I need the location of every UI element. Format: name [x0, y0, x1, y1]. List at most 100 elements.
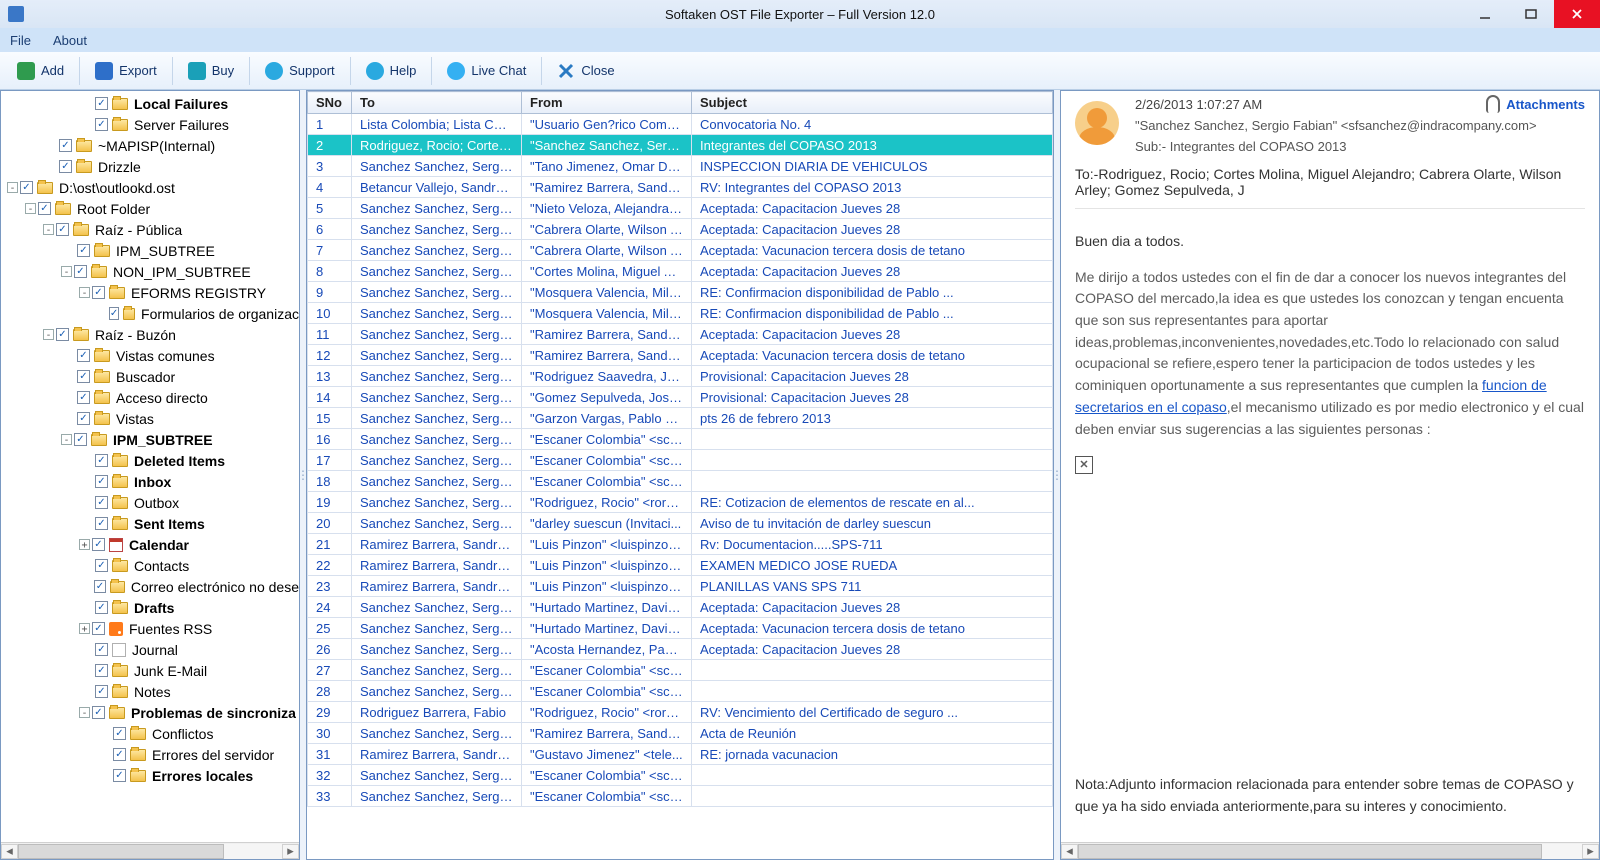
table-row[interactable]: 3Sanchez Sanchez, Sergio F..."Tano Jimen…	[308, 156, 1053, 177]
table-row[interactable]: 19Sanchez Sanchez, Sergio F..."Rodriguez…	[308, 492, 1053, 513]
table-row[interactable]: 28Sanchez Sanchez, Sergio F..."Escaner C…	[308, 681, 1053, 702]
table-row[interactable]: 30Sanchez Sanchez, Sergio F..."Ramirez B…	[308, 723, 1053, 744]
table-row[interactable]: 5Sanchez Sanchez, Sergio F..."Nieto Velo…	[308, 198, 1053, 219]
table-row[interactable]: 17Sanchez Sanchez, Sergio F..."Escaner C…	[308, 450, 1053, 471]
tree-item[interactable]: Formularios de organizac	[3, 303, 299, 324]
checkbox[interactable]	[95, 664, 108, 677]
collapse-icon[interactable]: -	[25, 203, 36, 214]
table-row[interactable]: 10Sanchez Sanchez, Sergio F..."Mosquera …	[308, 303, 1053, 324]
tree-item[interactable]: Buscador	[3, 366, 299, 387]
checkbox[interactable]	[95, 601, 108, 614]
menu-file[interactable]: File	[10, 33, 31, 48]
checkbox[interactable]	[59, 139, 72, 152]
table-row[interactable]: 2Rodriguez, Rocio; Cortes ..."Sanchez Sa…	[308, 135, 1053, 156]
tree-item[interactable]: Deleted Items	[3, 450, 299, 471]
checkbox[interactable]	[95, 685, 108, 698]
checkbox[interactable]	[74, 265, 87, 278]
table-row[interactable]: 27Sanchez Sanchez, Sergio F..."Escaner C…	[308, 660, 1053, 681]
table-row[interactable]: 25Sanchez Sanchez, Sergio F..."Hurtado M…	[308, 618, 1053, 639]
table-row[interactable]: 12Sanchez Sanchez, Sergio F..."Ramirez B…	[308, 345, 1053, 366]
attachments-link[interactable]: Attachments	[1486, 95, 1585, 113]
col-to[interactable]: To	[352, 92, 522, 114]
table-row[interactable]: 32Sanchez Sanchez, Sergio F..."Escaner C…	[308, 765, 1053, 786]
folder-tree[interactable]: Local FailuresServer Failures~MAPISP(Int…	[1, 91, 299, 842]
titlebar[interactable]: Softaken OST File Exporter – Full Versio…	[0, 0, 1600, 28]
collapse-icon[interactable]: -	[61, 266, 72, 277]
buy-button[interactable]: Buy	[177, 56, 245, 86]
tree-item[interactable]: Server Failures	[3, 114, 299, 135]
tree-item[interactable]: Local Failures	[3, 93, 299, 114]
tree-item[interactable]: ~MAPISP(Internal)	[3, 135, 299, 156]
tree-item[interactable]: +Fuentes RSS	[3, 618, 299, 639]
scroll-right-icon[interactable]: ▸	[282, 844, 299, 859]
checkbox[interactable]	[113, 769, 126, 782]
checkbox[interactable]	[95, 475, 108, 488]
checkbox[interactable]	[95, 643, 108, 656]
checkbox[interactable]	[74, 433, 87, 446]
tree-item[interactable]: Inbox	[3, 471, 299, 492]
preview-horizontal-scrollbar[interactable]: ◂ ▸	[1061, 842, 1599, 859]
tree-item[interactable]: IPM_SUBTREE	[3, 240, 299, 261]
tree-item[interactable]: Contacts	[3, 555, 299, 576]
col-subject[interactable]: Subject	[692, 92, 1053, 114]
table-row[interactable]: 14Sanchez Sanchez, Sergio F..."Gomez Sep…	[308, 387, 1053, 408]
menu-about[interactable]: About	[53, 33, 87, 48]
checkbox[interactable]	[95, 454, 108, 467]
checkbox[interactable]	[92, 706, 105, 719]
collapse-icon[interactable]: -	[79, 707, 90, 718]
checkbox[interactable]	[113, 748, 126, 761]
table-row[interactable]: 13Sanchez Sanchez, Sergio F..."Rodriguez…	[308, 366, 1053, 387]
checkbox[interactable]	[77, 370, 90, 383]
table-row[interactable]: 7Sanchez Sanchez, Sergio F..."Cabrera Ol…	[308, 240, 1053, 261]
tree-item[interactable]: Vistas	[3, 408, 299, 429]
checkbox[interactable]	[77, 391, 90, 404]
table-row[interactable]: 6Sanchez Sanchez, Sergio F..."Cabrera Ol…	[308, 219, 1053, 240]
table-row[interactable]: 16Sanchez Sanchez, Sergio F..."Escaner C…	[308, 429, 1053, 450]
collapse-icon[interactable]: -	[7, 182, 18, 193]
tree-item[interactable]: -EFORMS REGISTRY	[3, 282, 299, 303]
tree-item[interactable]: Errores locales	[3, 765, 299, 786]
tree-item[interactable]: Sent Items	[3, 513, 299, 534]
tree-item[interactable]: Drizzle	[3, 156, 299, 177]
table-row[interactable]: 23Ramirez Barrera, Sandra ..."Luis Pinzo…	[308, 576, 1053, 597]
support-button[interactable]: Support	[254, 56, 346, 86]
tree-item[interactable]: -D:\ost\outlookd.ost	[3, 177, 299, 198]
table-row[interactable]: 1Lista Colombia; Lista Colo..."Usuario G…	[308, 114, 1053, 135]
tree-item[interactable]: Vistas comunes	[3, 345, 299, 366]
tree-item[interactable]: Conflictos	[3, 723, 299, 744]
checkbox[interactable]	[77, 244, 90, 257]
checkbox[interactable]	[56, 328, 69, 341]
checkbox[interactable]	[92, 622, 105, 635]
checkbox[interactable]	[92, 286, 105, 299]
table-row[interactable]: 15Sanchez Sanchez, Sergio F..."Garzon Va…	[308, 408, 1053, 429]
scroll-left-icon[interactable]: ◂	[1, 844, 18, 859]
checkbox[interactable]	[113, 727, 126, 740]
checkbox[interactable]	[56, 223, 69, 236]
checkbox[interactable]	[95, 559, 108, 572]
message-table[interactable]: SNo To From Subject 1Lista Colombia; Lis…	[307, 91, 1053, 807]
live-chat-button[interactable]: Live Chat	[436, 56, 537, 86]
checkbox[interactable]	[77, 412, 90, 425]
table-row[interactable]: 4Betancur Vallejo, Sandra ..."Ramirez Ba…	[308, 177, 1053, 198]
checkbox[interactable]	[59, 160, 72, 173]
checkbox[interactable]	[94, 580, 106, 593]
table-row[interactable]: 29Rodriguez Barrera, Fabio"Rodriguez, Ro…	[308, 702, 1053, 723]
table-row[interactable]: 21Ramirez Barrera, Sandra ..."Luis Pinzo…	[308, 534, 1053, 555]
collapse-icon[interactable]: -	[61, 434, 72, 445]
collapse-icon[interactable]: -	[43, 224, 54, 235]
table-row[interactable]: 9Sanchez Sanchez, Sergio F..."Mosquera V…	[308, 282, 1053, 303]
table-row[interactable]: 33Sanchez Sanchez, Sergio F..."Escaner C…	[308, 786, 1053, 807]
tree-item[interactable]: -Raíz - Buzón	[3, 324, 299, 345]
checkbox[interactable]	[38, 202, 51, 215]
scroll-right-icon[interactable]: ▸	[1582, 844, 1599, 859]
checkbox[interactable]	[92, 538, 105, 551]
tree-item[interactable]: -Root Folder	[3, 198, 299, 219]
scroll-left-icon[interactable]: ◂	[1061, 844, 1078, 859]
tree-item[interactable]: Journal	[3, 639, 299, 660]
tree-item[interactable]: Errores del servidor	[3, 744, 299, 765]
tree-item[interactable]: Outbox	[3, 492, 299, 513]
checkbox[interactable]	[95, 517, 108, 530]
expand-icon[interactable]: +	[79, 539, 90, 550]
tree-item[interactable]: Junk E-Mail	[3, 660, 299, 681]
checkbox[interactable]	[95, 496, 108, 509]
